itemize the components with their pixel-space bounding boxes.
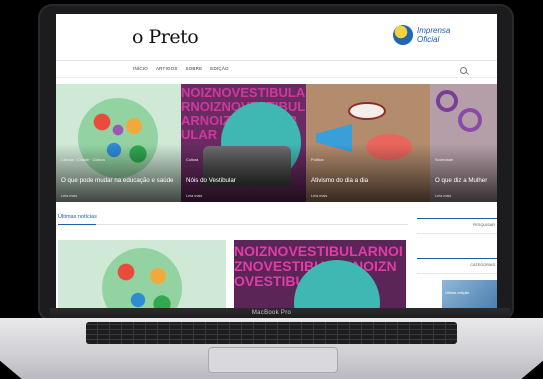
- site-header: o Preto Imprensa Oficial: [56, 14, 497, 66]
- slide-2[interactable]: NOIZNOVESTIBULARNOIZNOVESTIBULARNOIZNOVE…: [181, 84, 306, 202]
- trackpad: [208, 347, 338, 373]
- slide-category: Política: [311, 158, 324, 162]
- sidebar-categories-label: CATEGORIAS: [470, 263, 495, 267]
- partner-line1: Imprensa: [417, 26, 451, 35]
- slide-title[interactable]: O que diz a Mulher: [435, 177, 492, 184]
- eye-illustration: [348, 102, 386, 120]
- partner-text: Imprensa Oficial: [417, 26, 450, 44]
- site-logo[interactable]: o Preto: [132, 26, 199, 48]
- nav-divider: [56, 77, 497, 78]
- news-card-2[interactable]: NOIZNOVESTIBULARNOIZNOVESTIBULARNOIZNOVE…: [234, 240, 406, 312]
- slide-4[interactable]: Sociedade O que diz a Mulher Leia mais: [430, 84, 497, 202]
- slide-title[interactable]: O que pode mudar na educação e saúde: [61, 177, 176, 184]
- model-label: MacBook Pro: [251, 310, 292, 316]
- slide-title[interactable]: Ativismo do dia a dia: [311, 177, 425, 184]
- slide-category: Cultura: [186, 158, 199, 162]
- nav-item-artigos[interactable]: ARTIGOS: [156, 66, 178, 71]
- keyboard: [86, 322, 457, 344]
- slide-read-more[interactable]: Leia mais: [186, 194, 202, 198]
- slide-read-more[interactable]: Leia mais: [435, 194, 451, 198]
- slide-read-more[interactable]: Leia mais: [311, 194, 327, 198]
- search-icon[interactable]: [460, 67, 467, 74]
- colorful-hands-illustration: [102, 248, 182, 312]
- female-symbol-icon: [436, 90, 458, 112]
- featured-slider: Ciência · Cidade · Cultura O que pode mu…: [56, 84, 497, 202]
- laptop-screen: o Preto Imprensa Oficial INÍCIO ARTIGOS …: [56, 14, 497, 312]
- news-section-heading: Últimas notícias: [58, 214, 97, 220]
- news-card-1[interactable]: [58, 240, 226, 312]
- nav-item-sobre[interactable]: SOBRE: [186, 66, 203, 71]
- nav-item-inicio[interactable]: INÍCIO: [133, 66, 148, 71]
- news-heading-divider: [58, 224, 408, 225]
- news-heading-accent: [58, 224, 96, 225]
- nav-item-edicao[interactable]: EDIÇÃO: [210, 66, 228, 71]
- slide-1[interactable]: Ciência · Cidade · Cultura O que pode mu…: [56, 84, 181, 202]
- main-nav: INÍCIO ARTIGOS SOBRE EDIÇÃO: [133, 66, 229, 71]
- partner-logo[interactable]: Imprensa Oficial: [393, 25, 450, 45]
- slide-category: Ciência · Cidade · Cultura: [61, 158, 105, 162]
- sidebar-thumb-text: Última edição: [445, 290, 470, 295]
- slide-category: Sociedade: [435, 158, 453, 162]
- partner-emblem-icon: [393, 25, 413, 45]
- slide-3[interactable]: Política Ativismo do dia a dia Leia mais: [306, 84, 430, 202]
- sidebar-search-widget[interactable]: PESQUISAR: [417, 218, 497, 234]
- header-divider: [56, 60, 497, 61]
- sidebar-edition-thumbnail[interactable]: Última edição: [442, 280, 497, 308]
- sidebar-categories-widget[interactable]: CATEGORIAS: [417, 258, 497, 274]
- partner-line2: Oficial: [417, 35, 440, 44]
- sidebar-search-label: PESQUISAR: [472, 223, 495, 227]
- female-symbol-icon: [458, 108, 482, 132]
- slide-read-more[interactable]: Leia mais: [61, 194, 77, 198]
- slide-title[interactable]: Nóis do Vestibular: [186, 177, 301, 184]
